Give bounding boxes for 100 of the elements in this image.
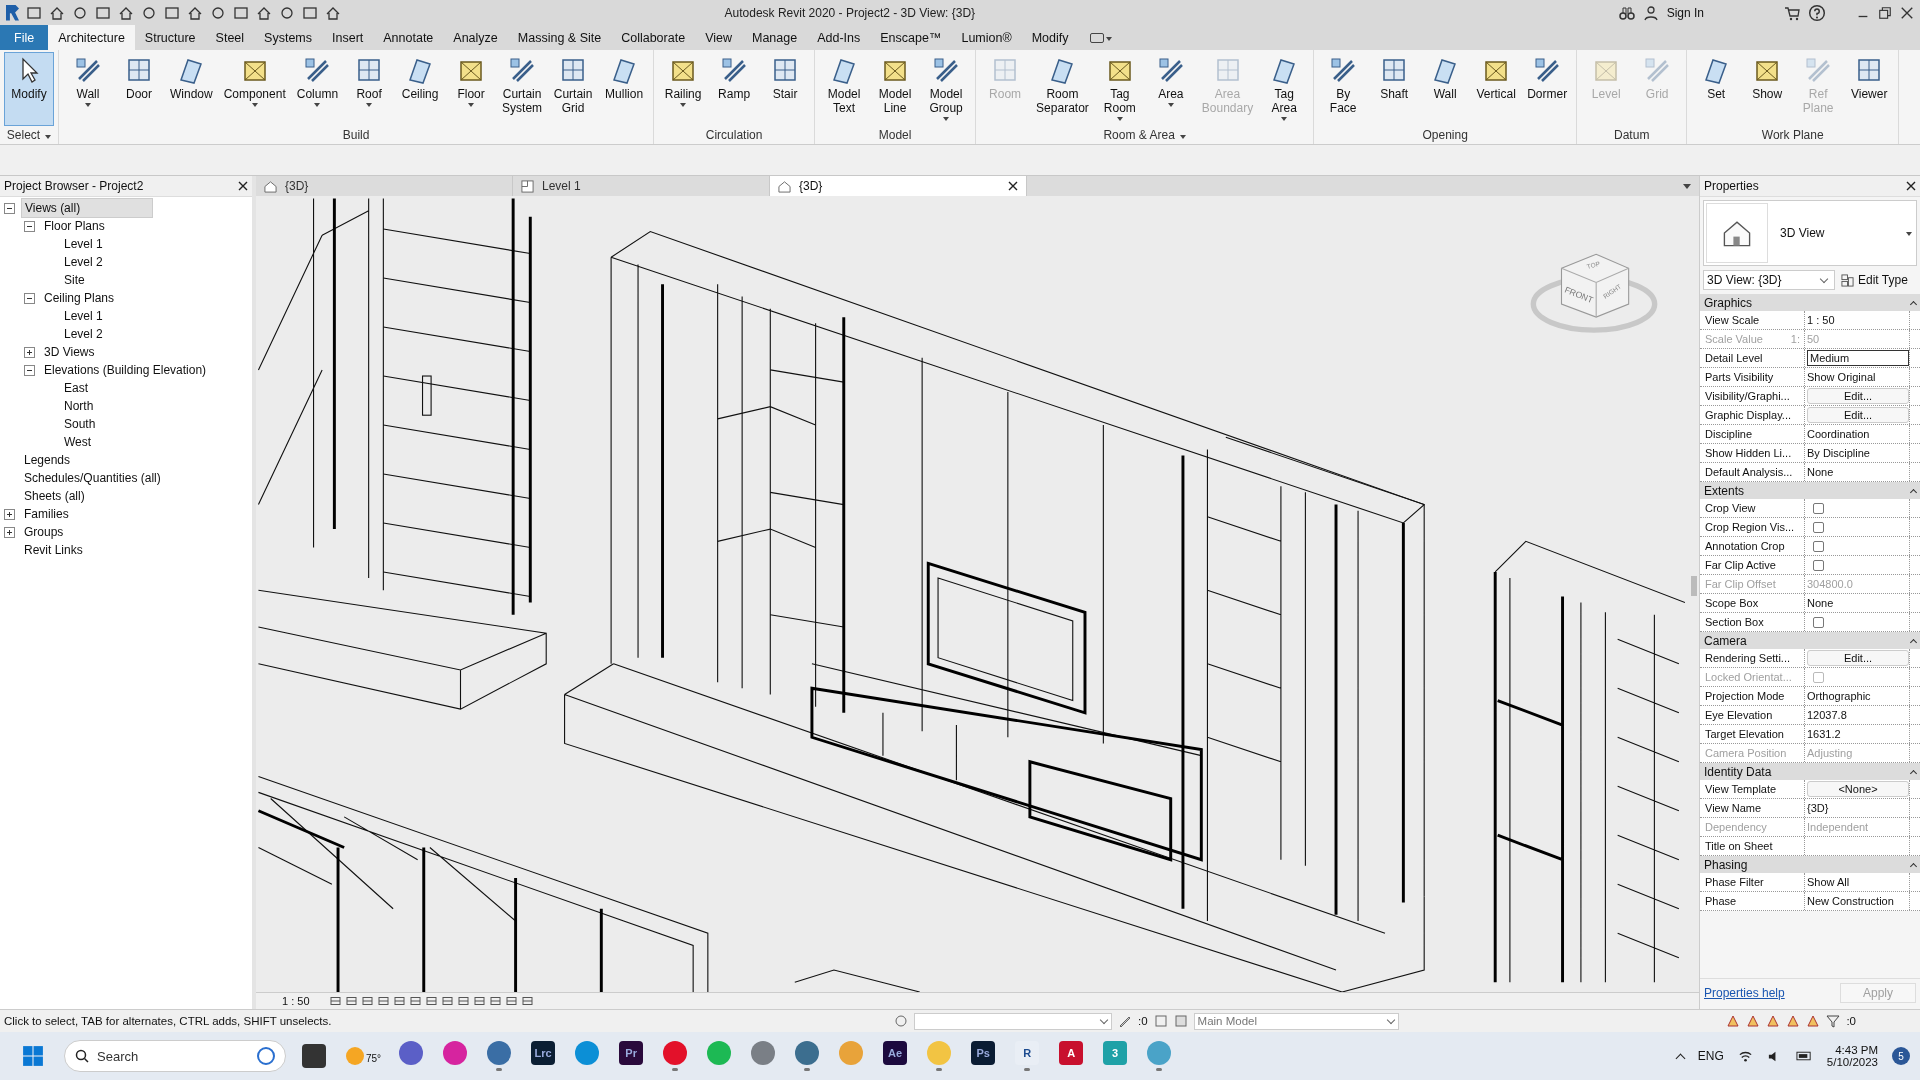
group-header[interactable]: Graphics xyxy=(1704,295,1753,310)
ribbon-tool-button[interactable]: Model Group xyxy=(921,52,972,126)
clock-date[interactable]: 5/10/2023 xyxy=(1826,1056,1878,1068)
close-icon[interactable] xyxy=(1008,181,1018,191)
collapse-toggle-icon[interactable] xyxy=(24,220,35,232)
ribbon-tab[interactable]: Insert xyxy=(322,25,374,50)
caret-icon[interactable] xyxy=(1116,117,1123,121)
checkbox[interactable] xyxy=(1813,540,1824,552)
app-icon[interactable] xyxy=(443,1041,468,1065)
checkbox[interactable] xyxy=(1813,521,1824,533)
ribbon-tool-button[interactable]: Wall xyxy=(63,52,113,126)
app-icon[interactable]: R xyxy=(1015,1041,1040,1065)
ribbon-tab[interactable]: Analyze xyxy=(443,25,508,50)
group-header[interactable]: Camera xyxy=(1704,633,1747,648)
ribbon-tab[interactable]: Enscape™ xyxy=(870,25,952,50)
edit-button[interactable]: Edit... xyxy=(1807,388,1909,404)
app-icon[interactable] xyxy=(399,1041,424,1065)
ribbon-tab[interactable]: Add-Ins xyxy=(807,25,871,50)
filter-icon[interactable] xyxy=(1826,1014,1841,1028)
edit-button[interactable]: Edit... xyxy=(1807,650,1909,666)
collapse-toggle-icon[interactable] xyxy=(4,202,15,214)
ribbon-tab[interactable]: View xyxy=(695,25,742,50)
help-icon[interactable] xyxy=(1808,3,1826,22)
file-tab[interactable]: File xyxy=(0,25,49,50)
language-indicator[interactable]: ENG xyxy=(1697,1049,1724,1063)
caret-icon[interactable] xyxy=(468,103,475,107)
ribbon-tool-button[interactable]: Shaft xyxy=(1369,52,1420,126)
tree-item[interactable]: Schedules/Quantities (all) xyxy=(21,471,164,485)
user-icon[interactable] xyxy=(1642,4,1659,21)
ribbon-tool-button[interactable]: Tag Room xyxy=(1094,52,1145,126)
sign-in-link[interactable]: Sign In xyxy=(1666,5,1704,20)
tree-item[interactable]: Elevations (Building Elevation) xyxy=(41,363,210,377)
tree-item[interactable]: Level 1 xyxy=(61,309,106,323)
ribbon-tool-button[interactable]: Model Text xyxy=(819,52,870,126)
app-logo-icon[interactable] xyxy=(6,4,19,21)
search-field[interactable]: Search xyxy=(64,1040,286,1072)
ribbon-tool-button[interactable]: Modify xyxy=(4,52,54,126)
close-icon[interactable] xyxy=(1900,5,1914,20)
caret-icon[interactable] xyxy=(85,103,91,107)
edit-button[interactable]: Edit... xyxy=(1807,407,1909,423)
tree-item[interactable]: 3D Views xyxy=(41,345,98,359)
collapse-toggle-icon[interactable] xyxy=(24,364,35,376)
ribbon-tool-button[interactable]: Component xyxy=(218,52,291,126)
tree-item[interactable]: Level 2 xyxy=(61,255,106,269)
tree-item[interactable]: West xyxy=(61,435,95,449)
ribbon-tab[interactable]: Modify xyxy=(1021,25,1079,50)
tree-item[interactable]: Ceiling Plans xyxy=(41,291,118,305)
restore-icon[interactable] xyxy=(1878,5,1892,20)
ribbon-tool-button[interactable]: Curtain Grid xyxy=(548,52,599,126)
ribbon-tool-button[interactable]: Window xyxy=(165,52,218,126)
close-icon[interactable] xyxy=(238,181,248,191)
notification-badge[interactable]: 5 xyxy=(1892,1047,1910,1065)
tree-item[interactable]: East xyxy=(61,381,91,395)
tree-item[interactable]: Families xyxy=(21,507,72,521)
binoculars-icon[interactable] xyxy=(1618,4,1635,21)
caret-icon[interactable] xyxy=(943,117,950,121)
ribbon-tool-button[interactable]: Show xyxy=(1742,52,1793,126)
tree-item[interactable]: Level 1 xyxy=(61,237,106,251)
expand-toggle-icon[interactable] xyxy=(24,346,35,358)
ribbon-tool-button[interactable]: Tag Area xyxy=(1259,52,1310,126)
tree-item[interactable]: North xyxy=(61,399,97,413)
caret-icon[interactable] xyxy=(680,103,687,107)
ribbon-tool-button[interactable]: Door xyxy=(114,52,164,126)
tree-item[interactable]: Sheets (all) xyxy=(21,489,88,503)
tree-item[interactable]: Revit Links xyxy=(21,543,86,557)
checkbox[interactable] xyxy=(1813,559,1824,571)
app-icon[interactable] xyxy=(795,1041,820,1065)
caret-icon[interactable] xyxy=(1281,117,1288,121)
ribbon-tool-button[interactable]: Railing xyxy=(658,52,709,126)
ribbon-tab[interactable]: Lumion® xyxy=(951,25,1022,50)
app-icon[interactable]: Ps xyxy=(971,1041,996,1065)
ribbon-tool-button[interactable]: Floor xyxy=(446,52,497,126)
ribbon-tab[interactable]: Structure xyxy=(134,25,206,50)
edit-button[interactable]: <None> xyxy=(1807,781,1909,797)
ribbon-tool-button[interactable]: Wall xyxy=(1420,52,1471,126)
collapse-toggle-icon[interactable] xyxy=(24,292,35,304)
type-selector[interactable]: 3D View xyxy=(1703,200,1917,266)
caret-icon[interactable] xyxy=(1167,103,1174,107)
app-icon[interactable] xyxy=(751,1041,776,1065)
panel-title[interactable]: Select xyxy=(4,126,54,144)
ribbon-tool-button[interactable]: Dormer xyxy=(1522,52,1573,126)
tree-item[interactable]: Views (all) xyxy=(21,198,153,218)
model-dropdown[interactable]: Main Model xyxy=(1193,1012,1399,1030)
ribbon-tool-button[interactable]: Set xyxy=(1691,52,1742,126)
app-icon[interactable]: A xyxy=(1059,1041,1084,1065)
tree-item[interactable]: South xyxy=(61,417,99,431)
tree-item[interactable]: Floor Plans xyxy=(41,219,108,233)
checkbox[interactable] xyxy=(1813,502,1824,514)
edit-type-button[interactable]: Edit Type xyxy=(1841,273,1908,287)
tree-item[interactable]: Legends xyxy=(21,453,74,467)
view-scale[interactable]: 1 : 50 xyxy=(282,995,310,1007)
clock-time[interactable]: 4:43 PM xyxy=(1835,1044,1878,1056)
panel-title[interactable]: Room & Area xyxy=(980,126,1310,144)
ribbon-tool-button[interactable]: Ramp xyxy=(709,52,760,126)
caret-icon[interactable] xyxy=(251,103,258,107)
ribbon-tool-button[interactable]: Column xyxy=(291,52,344,126)
app-icon[interactable]: Ae xyxy=(883,1041,908,1065)
ribbon-tool-button[interactable]: Room Separator xyxy=(1031,52,1094,126)
ribbon-tab[interactable]: Manage xyxy=(742,25,808,50)
ribbon-tool-button[interactable]: Mullion xyxy=(599,52,650,126)
